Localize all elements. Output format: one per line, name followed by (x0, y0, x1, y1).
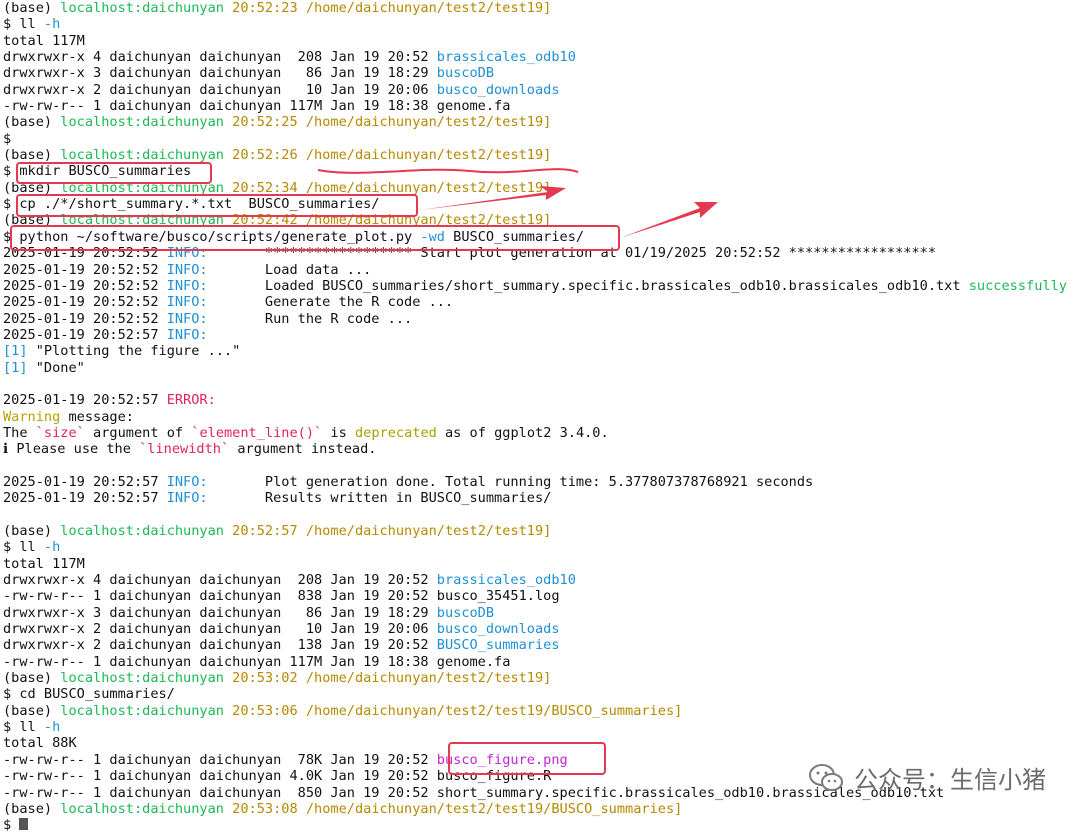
annotation-arrows (317, 168, 718, 238)
highlight-cp (16, 194, 418, 217)
arrow-1 (420, 186, 566, 210)
highlight-python (10, 225, 620, 251)
highlight-mkdir (16, 162, 212, 184)
watermark: 公众号：生信小猪 (808, 760, 1046, 795)
underline-scribble (317, 168, 579, 174)
highlight-png (448, 742, 606, 775)
watermark-text: 公众号：生信小猪 (854, 766, 1046, 794)
arrow-2 (620, 202, 718, 238)
wechat-icon (808, 763, 844, 793)
